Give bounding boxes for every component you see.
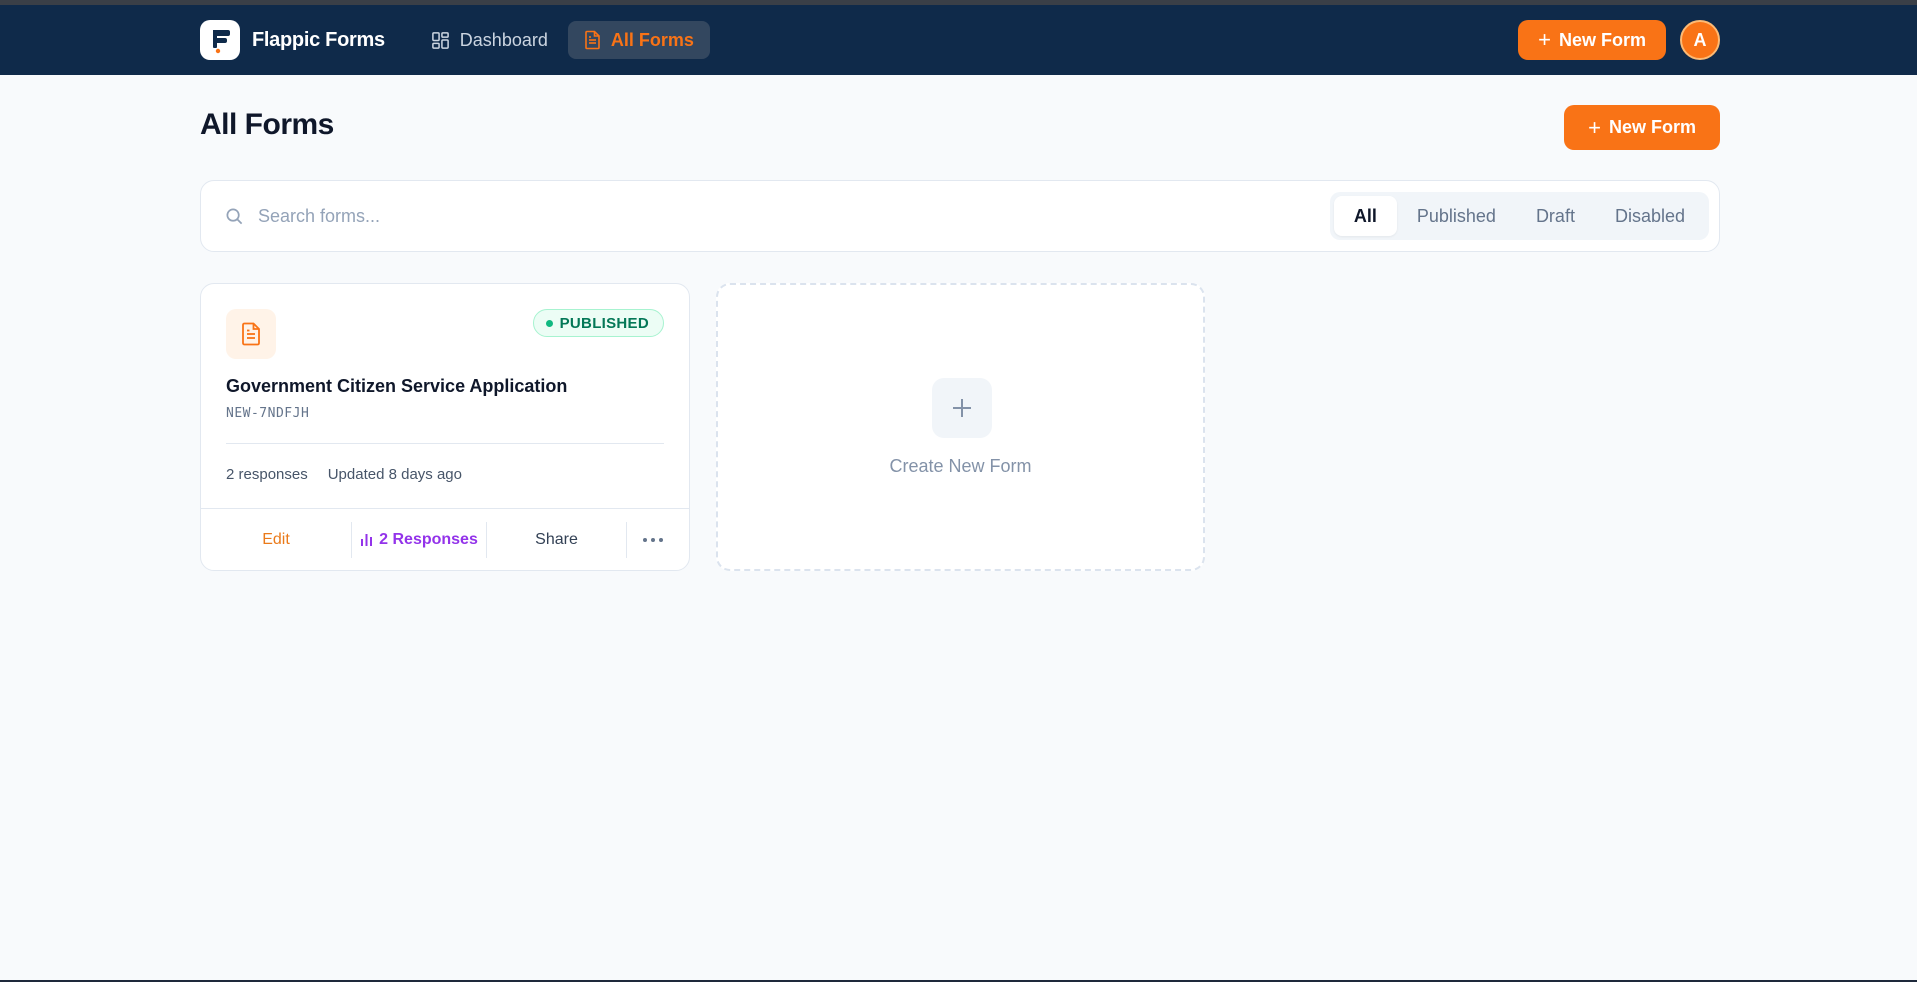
responses-button[interactable]: 2 Responses — [351, 521, 487, 558]
new-form-label: New Form — [1608, 117, 1696, 137]
responses-count: 2 responses — [226, 466, 308, 483]
nav-dashboard-label: Dashboard — [459, 29, 548, 50]
search-input[interactable] — [258, 205, 1330, 227]
form-card[interactable]: PUBLISHED Government Citizen Service App… — [200, 283, 690, 571]
nav-all-forms[interactable]: All Forms — [567, 21, 710, 59]
status-badge-label: PUBLISHED — [559, 314, 649, 332]
filter-tab-published[interactable]: Published — [1397, 196, 1516, 236]
search-filter-bar: All Published Draft Disabled — [200, 180, 1720, 252]
document-icon — [585, 30, 600, 50]
navbar-new-form-label: New Form — [1558, 29, 1646, 50]
page-title: All Forms — [200, 108, 334, 141]
bar-chart-icon — [361, 534, 373, 546]
responses-button-label: 2 Responses — [379, 530, 478, 548]
flappic-logo-icon[interactable] — [200, 20, 240, 60]
navbar-new-form-button[interactable]: + New Form — [1518, 20, 1666, 60]
plus-icon: + — [1538, 27, 1551, 52]
share-button[interactable]: Share — [487, 521, 627, 558]
more-options-button[interactable] — [627, 522, 679, 558]
card-divider — [226, 443, 664, 444]
user-avatar[interactable]: A — [1680, 20, 1720, 60]
create-new-form-card[interactable]: Create New Form — [716, 283, 1205, 571]
create-new-form-label: Create New Form — [889, 456, 1032, 476]
more-horizontal-icon — [643, 537, 663, 542]
plus-icon — [932, 378, 992, 438]
grid-icon — [431, 31, 449, 49]
filter-tab-all[interactable]: All — [1333, 196, 1397, 236]
status-filter-tabs: All Published Draft Disabled — [1329, 192, 1709, 240]
nav-all-forms-label: All Forms — [610, 29, 694, 50]
form-code: NEW-7NDFJH — [226, 406, 310, 421]
form-meta: 2 responses Updated 8 days ago — [226, 466, 462, 483]
top-navbar: Flappic Forms Dashboard All Forms + New … — [0, 5, 1917, 75]
filter-tab-disabled[interactable]: Disabled — [1595, 196, 1705, 236]
new-form-button[interactable]: + New Form — [1564, 105, 1720, 150]
nav-dashboard[interactable]: Dashboard — [415, 21, 564, 59]
status-badge: PUBLISHED — [532, 309, 664, 337]
plus-icon: + — [1588, 114, 1601, 140]
status-dot — [545, 319, 553, 327]
search-icon — [225, 207, 244, 226]
card-actions: Edit 2 Responses Share — [201, 508, 689, 570]
document-icon — [226, 309, 276, 359]
form-title[interactable]: Government Citizen Service Application — [226, 376, 567, 397]
edit-button[interactable]: Edit — [201, 522, 351, 558]
brand-name[interactable]: Flappic Forms — [252, 29, 385, 52]
updated-time: Updated 8 days ago — [327, 466, 462, 483]
filter-tab-draft[interactable]: Draft — [1516, 196, 1595, 236]
